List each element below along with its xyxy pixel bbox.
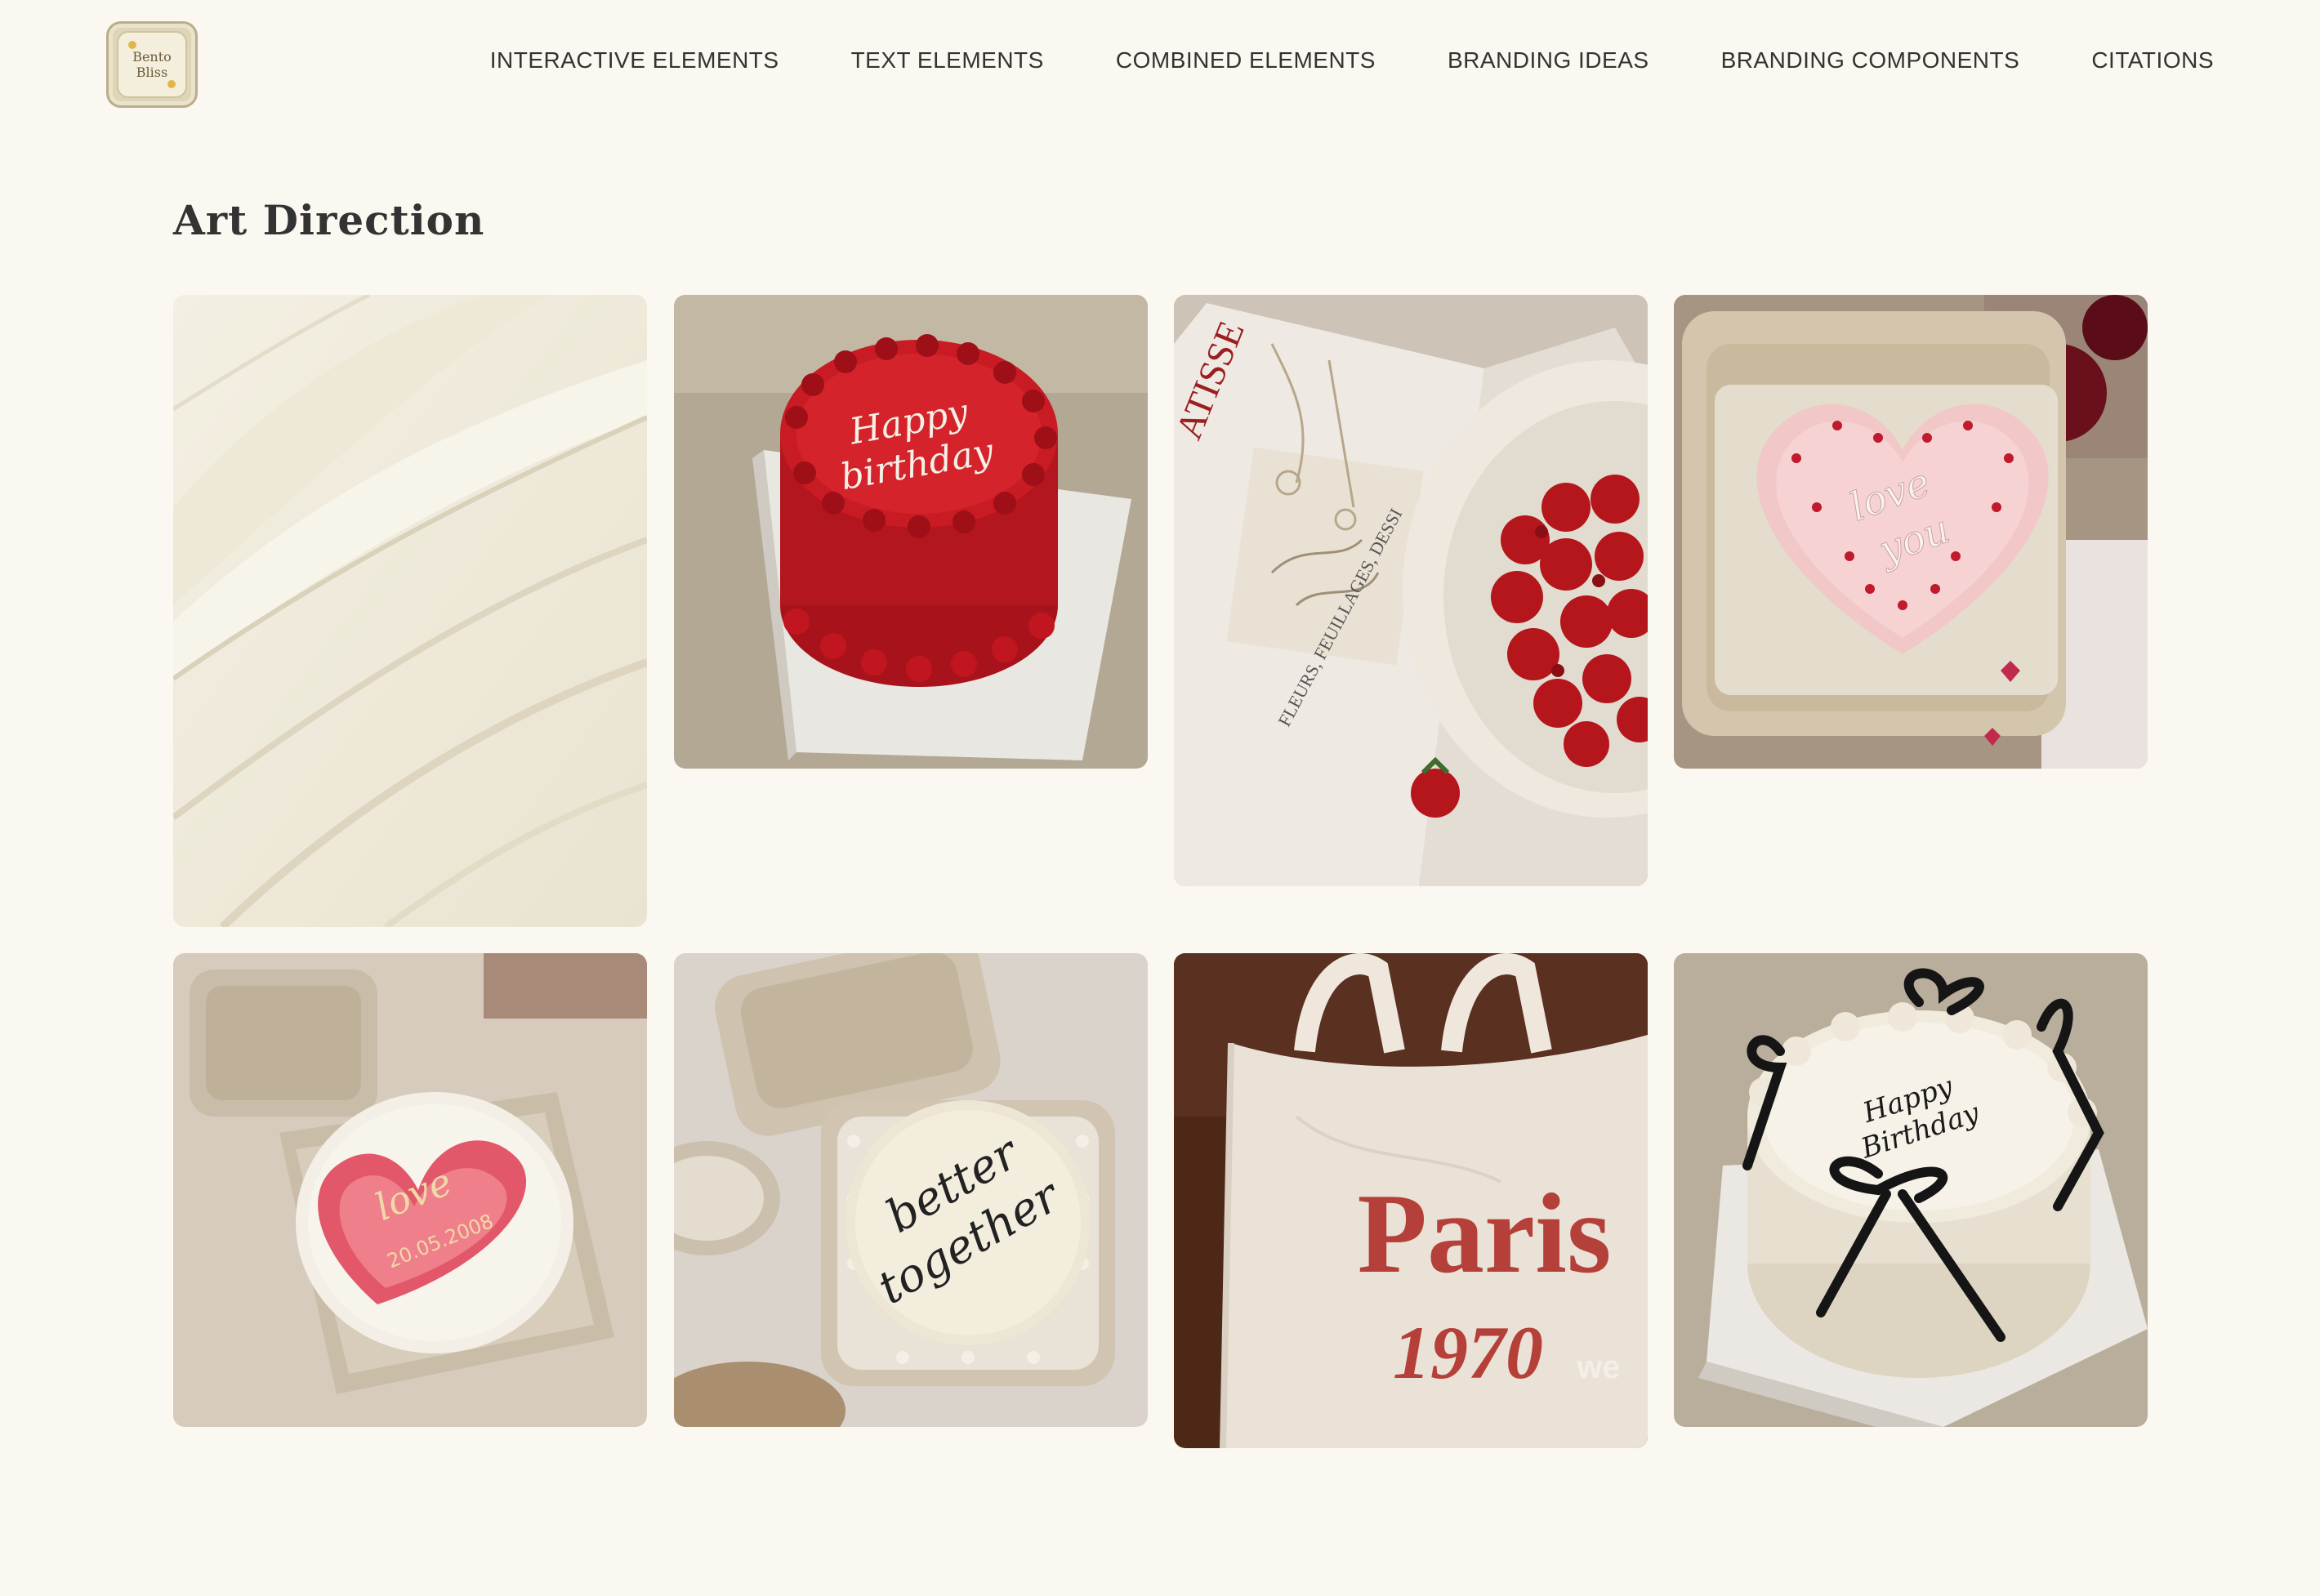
nav-text-elements[interactable]: TEXT ELEMENTS <box>851 47 1044 74</box>
flower-icon <box>167 80 176 88</box>
image-book-strawberries: ATISSE FLEURS, FEUILLAGES, DESSI <box>1174 295 1648 886</box>
image-better-together-cake: better together <box>674 953 1148 1427</box>
logo-text-line2: Bliss <box>136 65 168 80</box>
image-red-birthday-cake: Happy birthday <box>674 295 1148 769</box>
tote-text-paris: Paris <box>1357 1170 1611 1297</box>
image-love-heart-bento: love 20.05.2008 <box>173 953 647 1427</box>
main-nav: INTERACTIVE ELEMENTS TEXT ELEMENTS COMBI… <box>490 47 2214 74</box>
nav-combined-elements[interactable]: COMBINED ELEMENTS <box>1116 47 1376 74</box>
nav-interactive-elements[interactable]: INTERACTIVE ELEMENTS <box>490 47 779 74</box>
nav-branding-components[interactable]: BRANDING COMPONENTS <box>1721 47 2020 74</box>
logo-text-line1: Bento <box>132 49 172 65</box>
site-header: Bento Bliss INTERACTIVE ELEMENTS TEXT EL… <box>0 0 2320 131</box>
tote-watermark: we <box>1576 1349 1620 1385</box>
nav-branding-ideas[interactable]: BRANDING IDEAS <box>1448 47 1649 74</box>
flower-icon <box>128 41 136 49</box>
page: Bento Bliss INTERACTIVE ELEMENTS TEXT EL… <box>0 0 2320 1596</box>
image-pink-heart-cake: love you <box>1674 295 2148 769</box>
logo-badge: Bento Bliss <box>117 31 187 98</box>
image-paris-tote-bag: Paris 1970 we <box>1174 953 1648 1448</box>
brand-logo[interactable]: Bento Bliss <box>106 21 198 108</box>
nav-citations[interactable]: CITATIONS <box>2091 47 2214 74</box>
page-title: Art Direction <box>173 196 485 244</box>
image-cream-texture <box>173 295 647 927</box>
image-bow-birthday-cake: Happy Birthday <box>1674 953 2148 1427</box>
tote-text-year: 1970 <box>1393 1311 1543 1394</box>
